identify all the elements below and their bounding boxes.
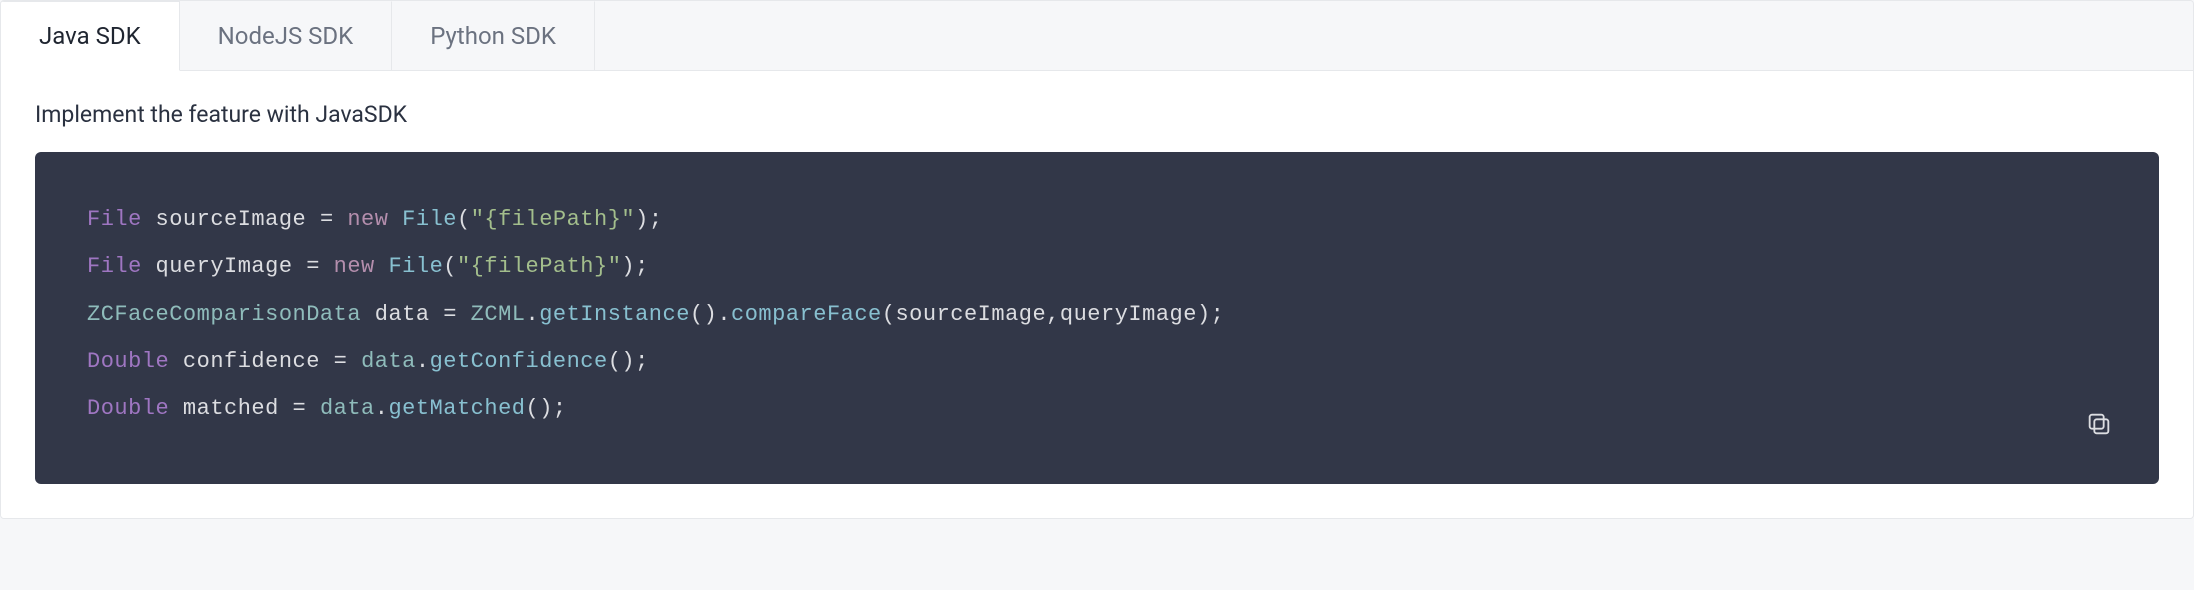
code-token-call: getMatched xyxy=(388,396,525,421)
code-token-sp xyxy=(334,207,348,232)
code-token-kw: new xyxy=(334,254,375,279)
code-token-call: getInstance xyxy=(539,302,690,327)
code-token-punc: ; xyxy=(635,349,649,374)
code-token-sp xyxy=(306,396,320,421)
code-token-ident: queryImage xyxy=(1060,302,1197,327)
code-token-sp xyxy=(430,302,444,327)
copy-icon[interactable] xyxy=(2081,406,2117,442)
code-token-ident: sourceImage xyxy=(895,302,1046,327)
code-token-punc: () xyxy=(526,396,553,421)
code-token-sp xyxy=(279,396,293,421)
code-token-sp xyxy=(293,254,307,279)
code-token-sp xyxy=(347,349,361,374)
code-token-sp xyxy=(142,254,156,279)
code-token-sp xyxy=(306,207,320,232)
code-token-dot: . xyxy=(375,396,389,421)
code-token-punc: ) xyxy=(1197,302,1211,327)
code-token-call: File xyxy=(402,207,457,232)
code-token-type: File xyxy=(87,254,142,279)
code-token-type: Double xyxy=(87,396,169,421)
code-token-obj: data xyxy=(361,349,416,374)
code-token-punc: () xyxy=(608,349,635,374)
code-token-str: "{filePath}" xyxy=(471,207,635,232)
code-token-op: = xyxy=(306,254,320,279)
code-token-sp xyxy=(361,302,375,327)
code-token-call: getConfidence xyxy=(430,349,608,374)
code-token-sp xyxy=(169,349,183,374)
code-token-call: compareFace xyxy=(731,302,882,327)
code-token-sp xyxy=(169,396,183,421)
code-token-dot: . xyxy=(717,302,731,327)
code-token-sp xyxy=(388,207,402,232)
code-token-punc: ( xyxy=(882,302,896,327)
code-token-ident: confidence xyxy=(183,349,320,374)
code-token-kw: new xyxy=(347,207,388,232)
code-token-sp xyxy=(457,302,471,327)
sdk-tabs-panel: Java SDK NodeJS SDK Python SDK Implement… xyxy=(0,0,2194,519)
code-token-ident: queryImage xyxy=(156,254,293,279)
code-token-punc: ; xyxy=(649,207,663,232)
tab-java-sdk[interactable]: Java SDK xyxy=(1,1,180,71)
content-description: Implement the feature with JavaSDK xyxy=(35,101,2159,128)
code-token-ident: matched xyxy=(183,396,279,421)
code-token-punc: , xyxy=(1046,302,1060,327)
code-token-punc: ) xyxy=(621,254,635,279)
code-token-op: = xyxy=(443,302,457,327)
code-token-dot: . xyxy=(525,302,539,327)
tab-nodejs-sdk[interactable]: NodeJS SDK xyxy=(180,1,393,70)
code-token-call: File xyxy=(388,254,443,279)
code-token-punc: ; xyxy=(1211,302,1225,327)
code-token-sp xyxy=(375,254,389,279)
code-token-op: = xyxy=(293,396,307,421)
code-token-op: = xyxy=(334,349,348,374)
code-token-punc: ; xyxy=(553,396,567,421)
code-block: File sourceImage = new File("{filePath}"… xyxy=(35,152,2159,484)
code-token-type: Double xyxy=(87,349,169,374)
code-token-str: "{filePath}" xyxy=(457,254,621,279)
code-token-op: = xyxy=(320,207,334,232)
code-token-prop: ZCFaceComparisonData xyxy=(87,302,361,327)
code-token-dot: . xyxy=(416,349,430,374)
code-token-punc: ) xyxy=(635,207,649,232)
code-token-sp xyxy=(320,254,334,279)
tab-content: Implement the feature with JavaSDK File … xyxy=(1,71,2193,518)
code-token-punc: ( xyxy=(443,254,457,279)
code-token-obj: data xyxy=(320,396,375,421)
code-token-type: File xyxy=(87,207,142,232)
code-token-prop: ZCML xyxy=(471,302,526,327)
code-token-sp xyxy=(142,207,156,232)
code-token-punc: ; xyxy=(635,254,649,279)
code-token-punc: () xyxy=(690,302,717,327)
code-token-sp xyxy=(320,349,334,374)
code-token-ident: sourceImage xyxy=(156,207,307,232)
tab-python-sdk[interactable]: Python SDK xyxy=(392,1,595,70)
code-token-ident: data xyxy=(375,302,430,327)
code-token-punc: ( xyxy=(457,207,471,232)
tab-bar: Java SDK NodeJS SDK Python SDK xyxy=(1,1,2193,71)
